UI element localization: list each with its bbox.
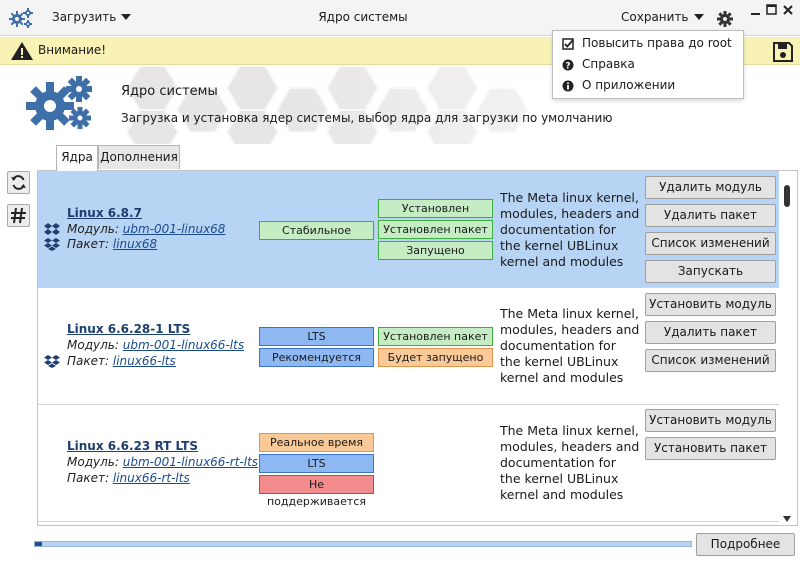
package-link[interactable]: linux66-rt-lts	[113, 471, 190, 485]
kernel-name[interactable]: Linux 6.6.28-1 LTS	[67, 322, 190, 336]
module-link[interactable]: ubm-001-linux66-rt-lts	[123, 455, 258, 469]
window-controls	[750, 4, 798, 18]
tab-addons-label: Дополнения	[100, 150, 178, 164]
hash-icon	[11, 207, 26, 224]
warning-text: Внимание!	[38, 43, 107, 57]
hash-button[interactable]	[7, 204, 30, 227]
save-disk-icon[interactable]	[772, 41, 794, 63]
module-label: Модуль:	[67, 338, 119, 352]
menu-item-help[interactable]: ? Справка	[553, 54, 743, 74]
package-link[interactable]: linux66-lts	[113, 354, 176, 368]
scrollbar-thumb[interactable]	[784, 185, 790, 207]
page-title: Ядро системы	[121, 84, 218, 99]
details-button[interactable]: Подробнее	[696, 533, 795, 556]
kernel-package-line: Пакет: linux68	[67, 237, 157, 251]
badge-running: Запущено	[378, 241, 493, 260]
module-label: Модуль:	[67, 222, 119, 236]
kernel-module-line: Модуль: ubm-001-linux68	[67, 222, 225, 236]
module-icon	[44, 223, 60, 235]
kernel-row-linux-6-8-7[interactable]: Linux 6.8.7 Модуль: ubm-001-linux68 Паке…	[38, 171, 779, 287]
kernel-description: The Meta linux kernel, modules, headers …	[500, 306, 640, 385]
kernel-row-linux-6-6-23-rt-lts[interactable]: Linux 6.6.23 RT LTS Модуль: ubm-001-linu…	[38, 405, 779, 521]
remove-module-button[interactable]: Удалить модуль	[645, 176, 776, 199]
package-label: Пакет:	[67, 471, 110, 485]
window-title: Ядро системы	[318, 10, 408, 24]
changelog-button[interactable]: Список изменений	[645, 349, 776, 372]
warning-icon	[11, 42, 33, 60]
info-icon	[562, 80, 574, 92]
kernel-row-linux-6-6-28-lts[interactable]: Linux 6.6.28-1 LTS Модуль: ubm-001-linux…	[38, 288, 779, 404]
menu-item-about[interactable]: О приложении	[553, 75, 743, 95]
badge-lts: LTS	[259, 454, 374, 473]
minimize-icon[interactable]	[750, 4, 762, 16]
page-subtitle: Загрузка и установка ядер системы, выбор…	[121, 111, 613, 125]
changelog-button[interactable]: Список изменений	[645, 232, 776, 255]
badge-recommended: Рекомендуется	[259, 348, 374, 367]
package-label: Пакет:	[67, 237, 110, 251]
chevron-down-icon	[693, 14, 704, 20]
save-menu-button[interactable]: Сохранить	[621, 10, 704, 24]
remove-package-button[interactable]: Удалить пакет	[645, 321, 776, 344]
install-module-button[interactable]: Установить модуль	[645, 293, 776, 316]
row-divider	[38, 521, 779, 522]
badge-package-installed: Установлен пакет	[378, 327, 493, 346]
tab-addons[interactable]: Дополнения	[98, 145, 180, 169]
save-menu-label: Сохранить	[621, 10, 689, 24]
save-dropdown-menu: Повысить права до root ? Справка О прило…	[552, 30, 744, 99]
refresh-icon	[11, 175, 26, 190]
menu-item-label: О приложении	[582, 78, 676, 92]
tab-kernels-label: Ядра	[61, 150, 93, 164]
maximize-icon[interactable]	[766, 4, 778, 16]
module-label: Модуль:	[67, 455, 119, 469]
kernel-gears-icon	[26, 76, 92, 130]
kernel-list: Linux 6.8.7 Модуль: ubm-001-linux68 Паке…	[37, 170, 798, 526]
module-link[interactable]: ubm-001-linux66-lts	[123, 338, 244, 352]
tab-kernels[interactable]: Ядра	[56, 145, 98, 171]
progress-bar	[34, 541, 692, 547]
badge-lts: LTS	[259, 327, 374, 346]
kernel-module-line: Модуль: ubm-001-linux66-rt-lts	[67, 455, 258, 469]
package-label: Пакет:	[67, 354, 110, 368]
badge-package-installed: Установлен пакет	[378, 220, 493, 239]
install-module-button[interactable]: Установить модуль	[645, 409, 776, 432]
kernel-package-line: Пакет: linux66-rt-lts	[67, 471, 190, 485]
badge-module-installed: Установлен модуль	[378, 199, 493, 232]
remove-package-button[interactable]: Удалить пакет	[645, 204, 776, 227]
close-icon[interactable]	[782, 4, 794, 16]
checkbox-checked-icon	[562, 38, 574, 50]
refresh-button[interactable]	[7, 171, 30, 194]
question-icon: ?	[562, 59, 574, 71]
package-dropbox-icon	[44, 355, 60, 368]
kernel-description: The Meta linux kernel, modules, headers …	[500, 190, 640, 269]
kernel-module-line: Модуль: ubm-001-linux66-lts	[67, 338, 244, 352]
module-link[interactable]: ubm-001-linux68	[123, 222, 226, 236]
menu-item-elevate-root[interactable]: Повысить права до root	[553, 33, 743, 53]
kernel-name[interactable]: Linux 6.8.7	[67, 206, 142, 220]
list-scrollbar[interactable]	[780, 181, 794, 526]
kernel-description: The Meta linux kernel, modules, headers …	[500, 423, 640, 502]
gear-icon[interactable]	[716, 10, 734, 28]
badge-unsupported: Не поддерживается	[259, 475, 374, 508]
menu-item-label: Повысить права до root	[582, 36, 732, 50]
package-link[interactable]: linux68	[113, 237, 157, 251]
run-button[interactable]: Запускать	[645, 260, 776, 283]
install-package-button[interactable]: Установить пакет	[645, 437, 776, 460]
badge-stable: Стабильное	[259, 221, 374, 240]
badge-will-run: Будет запущено	[378, 348, 493, 367]
svg-text:?: ?	[565, 61, 570, 71]
menu-item-label: Справка	[582, 57, 635, 71]
scroll-down-icon[interactable]	[782, 515, 792, 523]
progress-fill	[35, 542, 42, 546]
kernel-name[interactable]: Linux 6.6.23 RT LTS	[67, 439, 198, 453]
package-dropbox-icon	[44, 238, 60, 251]
badge-realtime: Реальное время	[259, 433, 374, 452]
kernel-package-line: Пакет: linux66-lts	[67, 354, 176, 368]
